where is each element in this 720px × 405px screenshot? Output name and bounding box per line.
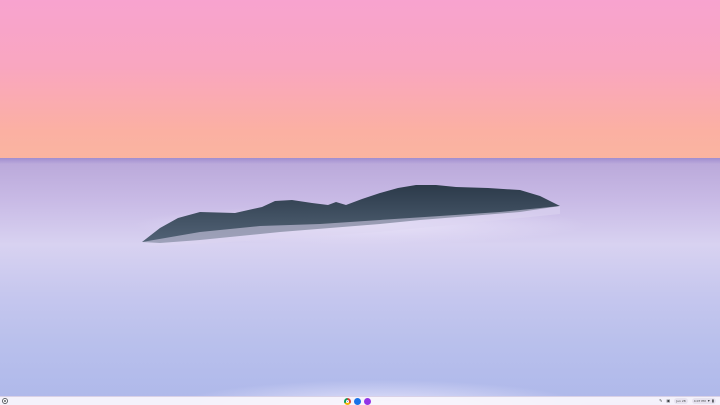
pen-icon[interactable]: ✎ xyxy=(659,398,662,404)
wallpaper xyxy=(0,0,720,405)
system-tray-button[interactable]: 4:07 PM ▾ ▮ xyxy=(691,398,716,404)
play-store-icon[interactable] xyxy=(364,397,371,405)
wifi-icon: ▾ xyxy=(707,398,710,403)
files-icon[interactable] xyxy=(354,397,361,405)
launcher-button[interactable] xyxy=(2,398,8,404)
launcher-icon xyxy=(4,400,6,402)
date-text: Jun 28 xyxy=(676,399,686,403)
screen-capture-icon[interactable]: ▣ xyxy=(666,398,670,404)
desktop[interactable]: ✎ ▣ Jun 28 4:07 PM ▾ ▮ xyxy=(0,0,720,405)
pinned-apps xyxy=(344,397,371,405)
shelf: ✎ ▣ Jun 28 4:07 PM ▾ ▮ xyxy=(0,396,720,405)
battery-icon: ▮ xyxy=(711,398,714,403)
chrome-icon[interactable] xyxy=(344,397,351,405)
date-pill[interactable]: Jun 28 xyxy=(674,398,688,404)
wallpaper-island xyxy=(142,185,560,246)
time-text: 4:07 PM xyxy=(693,399,706,403)
status-tray: ✎ ▣ Jun 28 4:07 PM ▾ ▮ xyxy=(659,397,716,405)
